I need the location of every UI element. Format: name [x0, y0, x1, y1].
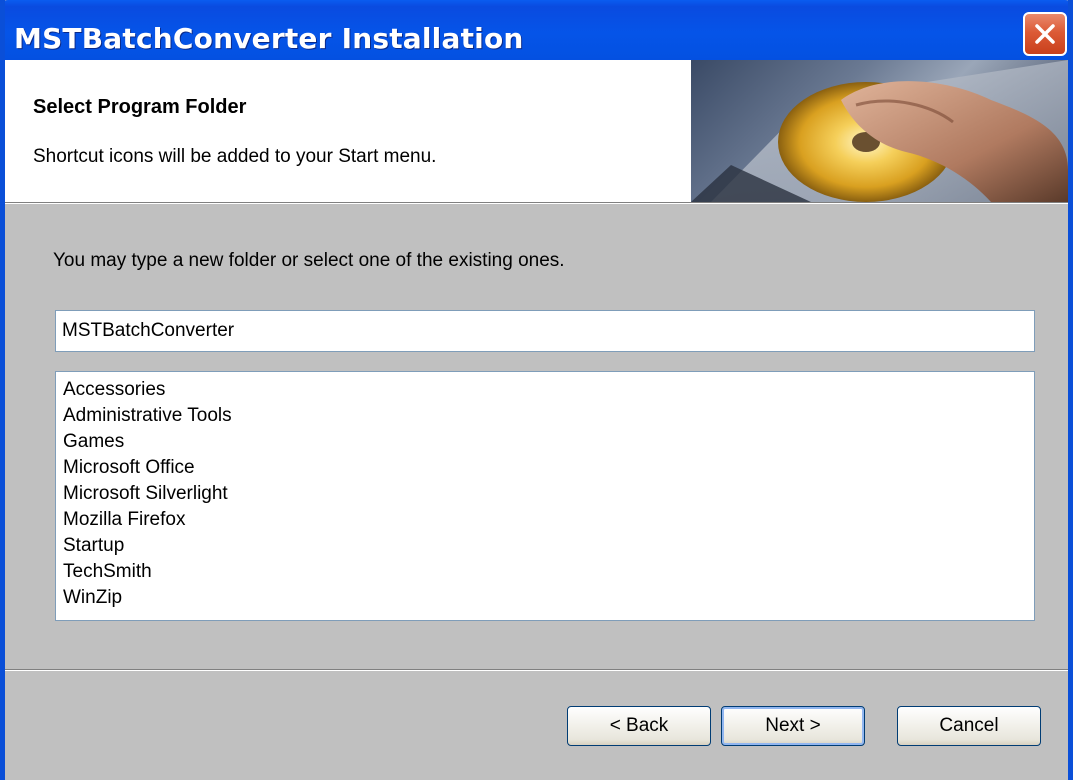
folder-list-item[interactable]: Accessories	[63, 377, 1034, 403]
next-button[interactable]: Next >	[721, 706, 865, 746]
window-title: MSTBatchConverter Installation	[14, 22, 524, 55]
folder-list-item[interactable]: Startup	[63, 533, 1034, 559]
close-icon	[1035, 24, 1055, 44]
back-button[interactable]: < Back	[567, 706, 711, 746]
cd-hand-illustration	[691, 60, 1068, 202]
folder-prompt: You may type a new folder or select one …	[53, 250, 565, 271]
folder-list-item[interactable]: Administrative Tools	[63, 403, 1034, 429]
folder-list-item[interactable]: Microsoft Silverlight	[63, 481, 1034, 507]
folder-list-item[interactable]: WinZip	[63, 585, 1034, 611]
footer-divider-highlight	[5, 670, 1068, 671]
installer-window: MSTBatchConverter Installation Select Pr…	[0, 0, 1073, 780]
folder-list-item[interactable]: Microsoft Office	[63, 455, 1034, 481]
program-folder-input[interactable]	[55, 310, 1035, 352]
folder-list-item[interactable]: Mozilla Firefox	[63, 507, 1034, 533]
folder-list-item[interactable]: Games	[63, 429, 1034, 455]
installer-cd-image	[691, 60, 1068, 202]
close-button[interactable]	[1023, 12, 1067, 56]
header-divider-highlight	[5, 203, 1068, 204]
header-title: Select Program Folder	[33, 96, 247, 118]
header-subtitle: Shortcut icons will be added to your Sta…	[33, 146, 437, 167]
existing-folders-list[interactable]: Accessories Administrative Tools Games M…	[55, 371, 1035, 621]
wizard-header: Select Program Folder Shortcut icons wil…	[5, 60, 1068, 202]
folder-list-item[interactable]: TechSmith	[63, 559, 1034, 585]
cancel-button[interactable]: Cancel	[897, 706, 1041, 746]
